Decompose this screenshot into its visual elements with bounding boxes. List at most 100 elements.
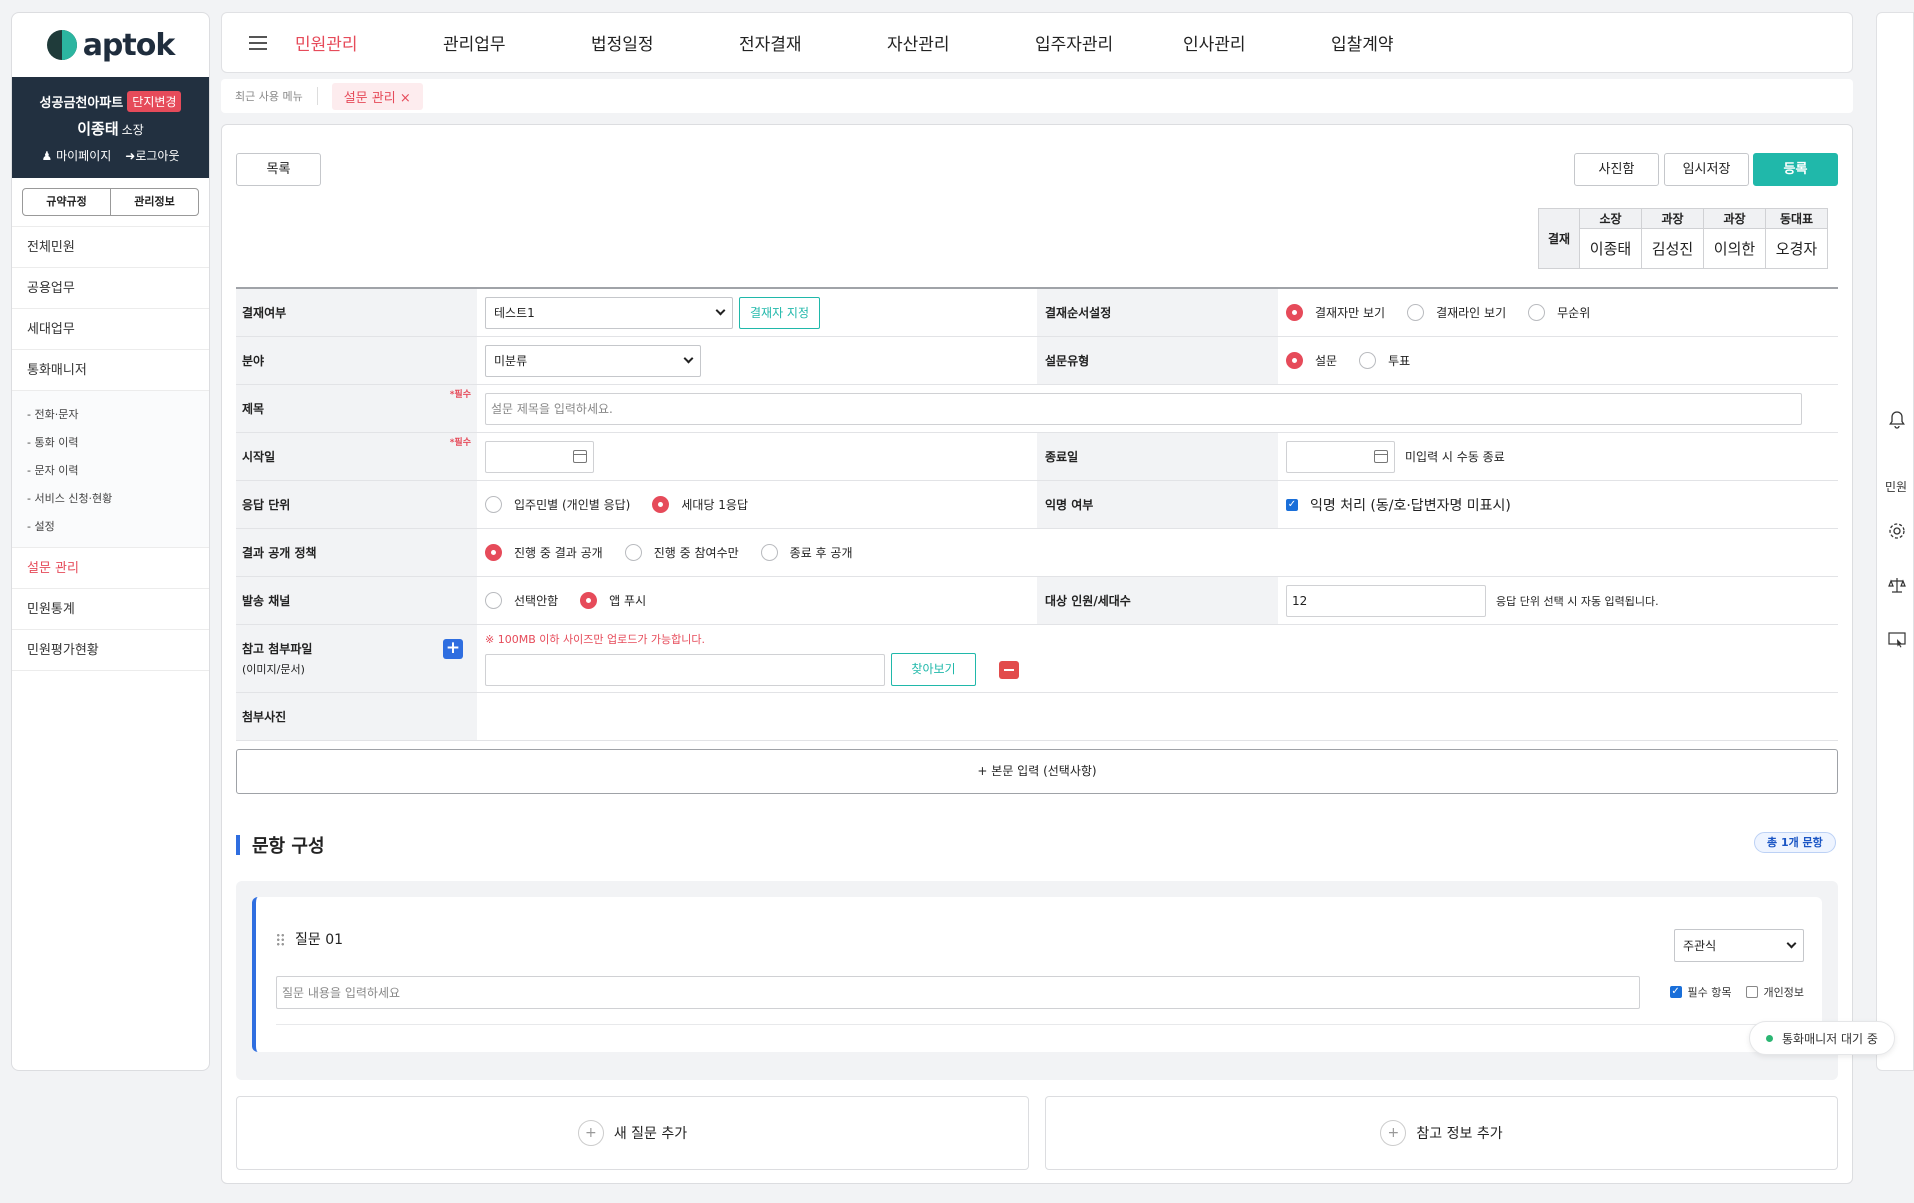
- start-date-input[interactable]: [485, 440, 594, 473]
- label-photos: 첨부사진: [236, 693, 477, 740]
- radio-result-count[interactable]: 진행 중 참여수만: [624, 544, 739, 561]
- chevron-down-icon: [1786, 938, 1797, 949]
- tab-management-info[interactable]: 관리정보: [110, 189, 198, 215]
- nav-hr[interactable]: 인사관리: [1183, 30, 1331, 55]
- privacy-checkbox[interactable]: [1745, 986, 1758, 998]
- approval-role: 동대표: [1765, 208, 1828, 229]
- nav-residents[interactable]: 입주자관리: [1035, 30, 1183, 55]
- sidebar-item-stats[interactable]: 민원통계: [12, 589, 209, 630]
- label-survey-type: 설문유형: [1037, 337, 1278, 384]
- sidebar-item-survey[interactable]: 설문 관리: [12, 548, 209, 589]
- complex-name: 성공금천아파트: [39, 96, 124, 111]
- browse-button[interactable]: 찾아보기: [891, 653, 976, 686]
- add-body-button[interactable]: + 본문 입력 (선택사항): [236, 749, 1838, 794]
- submit-button[interactable]: 등록: [1753, 153, 1838, 186]
- close-icon[interactable]: ×: [400, 91, 411, 106]
- nav-e-approval[interactable]: 전자결재: [739, 30, 887, 55]
- nav-assets[interactable]: 자산관리: [887, 30, 1035, 55]
- field-select[interactable]: 미분류: [485, 344, 701, 377]
- required-mark: *필수: [449, 438, 471, 448]
- screen-pointer-icon[interactable]: [1887, 630, 1907, 650]
- radio-channel-push[interactable]: 앱 푸시: [580, 592, 646, 609]
- nav-management[interactable]: 관리업무: [443, 30, 591, 55]
- photos-area: [477, 693, 1838, 740]
- submenu-item-phone-sms[interactable]: - 전화·문자: [27, 401, 209, 429]
- submenu-item-call-history[interactable]: - 통화 이력: [27, 429, 209, 457]
- plus-icon: +: [577, 1120, 604, 1146]
- logo-mark-icon: [46, 30, 77, 60]
- title-input[interactable]: 설문 제목을 입력하세요.: [485, 392, 1802, 425]
- assign-approver-button[interactable]: 결재자 지정: [739, 296, 821, 329]
- end-date-input[interactable]: [1286, 440, 1395, 473]
- gear-icon[interactable]: [1887, 521, 1907, 541]
- photo-box-button[interactable]: 사진함: [1574, 153, 1659, 186]
- mypage-link[interactable]: ♟ 마이페이지: [41, 147, 111, 164]
- add-question-button[interactable]: + 새 질문 추가: [236, 1096, 1029, 1170]
- approval-label: 결재: [1538, 208, 1580, 269]
- target-input[interactable]: 12: [1286, 584, 1486, 617]
- submenu-item-settings[interactable]: - 설정: [27, 513, 209, 541]
- radio-approver-only[interactable]: 결재자만 보기: [1286, 304, 1385, 321]
- rail-complaints[interactable]: 민원: [1885, 478, 1907, 495]
- required-checkbox[interactable]: [1669, 986, 1682, 998]
- question-content-input[interactable]: 질문 내용을 입력하세요: [276, 976, 1640, 1009]
- recent-chip-survey[interactable]: 설문 관리 ×: [331, 82, 423, 110]
- submenu-item-sms-history[interactable]: - 문자 이력: [27, 457, 209, 485]
- label-attachment: 참고 첨부파일: [242, 642, 313, 656]
- nav-legal-schedule[interactable]: 법정일정: [591, 30, 739, 55]
- recent-menu-bar: 최근 사용 메뉴 설문 관리 ×: [221, 79, 1853, 113]
- sidebar-item-household-tasks[interactable]: 세대업무: [12, 309, 209, 350]
- add-attachment-icon[interactable]: +: [443, 639, 463, 659]
- question-type-select[interactable]: 주관식: [1674, 929, 1804, 962]
- nav-complaints[interactable]: 민원관리: [295, 30, 443, 55]
- radio-no-order[interactable]: 무순위: [1528, 304, 1590, 321]
- logo[interactable]: aptok: [12, 13, 209, 77]
- tab-rules[interactable]: 규약규정: [23, 189, 110, 215]
- logout-link[interactable]: ➜로그아웃: [125, 147, 179, 164]
- hamburger-menu-icon[interactable]: [249, 35, 267, 50]
- drag-handle-icon[interactable]: [276, 932, 285, 946]
- calendar-icon[interactable]: [573, 450, 587, 463]
- approval-role: 소장: [1579, 208, 1642, 229]
- nav-bidding[interactable]: 입찰계약: [1331, 30, 1479, 55]
- label-attachment-sub: (이미지/문서): [242, 663, 305, 676]
- label-approval-order: 결재순서설정: [1037, 289, 1278, 336]
- radio-per-resident[interactable]: 입주민별 (개인별 응답): [485, 496, 630, 513]
- sidebar-tabs: 규약규정 관리정보: [22, 188, 199, 216]
- attachment-file-input[interactable]: [485, 653, 885, 686]
- radio-survey[interactable]: 설문: [1286, 352, 1337, 369]
- sidebar-item-all-complaints[interactable]: 전체민원: [12, 227, 209, 268]
- remove-attachment-icon[interactable]: [999, 660, 1019, 679]
- sidebar-item-call-manager[interactable]: 통화매니저: [12, 350, 209, 391]
- approval-role: 과장: [1703, 208, 1766, 229]
- approval-name: 김성진: [1641, 228, 1704, 269]
- approval-flag-select[interactable]: 테스트1: [485, 296, 733, 329]
- radio-result-after[interactable]: 종료 후 공개: [760, 544, 853, 561]
- calendar-icon[interactable]: [1374, 450, 1388, 463]
- call-manager-status[interactable]: 통화매니저 대기 중: [1749, 1021, 1895, 1055]
- required-label: 필수 항목: [1687, 986, 1732, 999]
- bell-icon[interactable]: [1887, 410, 1907, 430]
- add-info-button[interactable]: + 참고 정보 추가: [1045, 1096, 1838, 1170]
- anonymous-checkbox[interactable]: [1286, 498, 1298, 511]
- radio-vote[interactable]: 투표: [1359, 352, 1410, 369]
- radio-per-household[interactable]: 세대당 1응답: [652, 496, 748, 513]
- radio-result-live[interactable]: 진행 중 결과 공개: [485, 544, 603, 561]
- list-button[interactable]: 목록: [236, 153, 321, 186]
- sidebar-item-common-tasks[interactable]: 공용업무: [12, 268, 209, 309]
- radio-channel-none[interactable]: 선택안함: [485, 592, 558, 609]
- sidebar-item-evaluation[interactable]: 민원평가현황: [12, 630, 209, 671]
- temp-save-button[interactable]: 임시저장: [1664, 153, 1749, 186]
- user-icon: ♟: [41, 149, 53, 163]
- approval-name: 오경자: [1765, 228, 1828, 269]
- call-manager-submenu: - 전화·문자 - 통화 이력 - 문자 이력 - 서비스 신청·현황 - 설정: [12, 391, 209, 548]
- survey-form: 결재여부 테스트1 결재자 지정 결재순서설정 결재자만 보기 결재라인 보기 …: [236, 287, 1838, 741]
- balance-icon[interactable]: [1887, 575, 1907, 595]
- logout-icon: ➜: [125, 149, 136, 163]
- change-complex-button[interactable]: 단지변경: [127, 91, 182, 112]
- radio-approval-line[interactable]: 결재라인 보기: [1407, 304, 1506, 321]
- submenu-item-service[interactable]: - 서비스 신청·현황: [27, 485, 209, 513]
- plus-icon: +: [1380, 1120, 1407, 1146]
- question-label: 질문 01: [295, 932, 344, 948]
- question-card: 질문 01 주관식 질문 내용을 입력하세요 필수 항목 개인정보: [252, 897, 1822, 1052]
